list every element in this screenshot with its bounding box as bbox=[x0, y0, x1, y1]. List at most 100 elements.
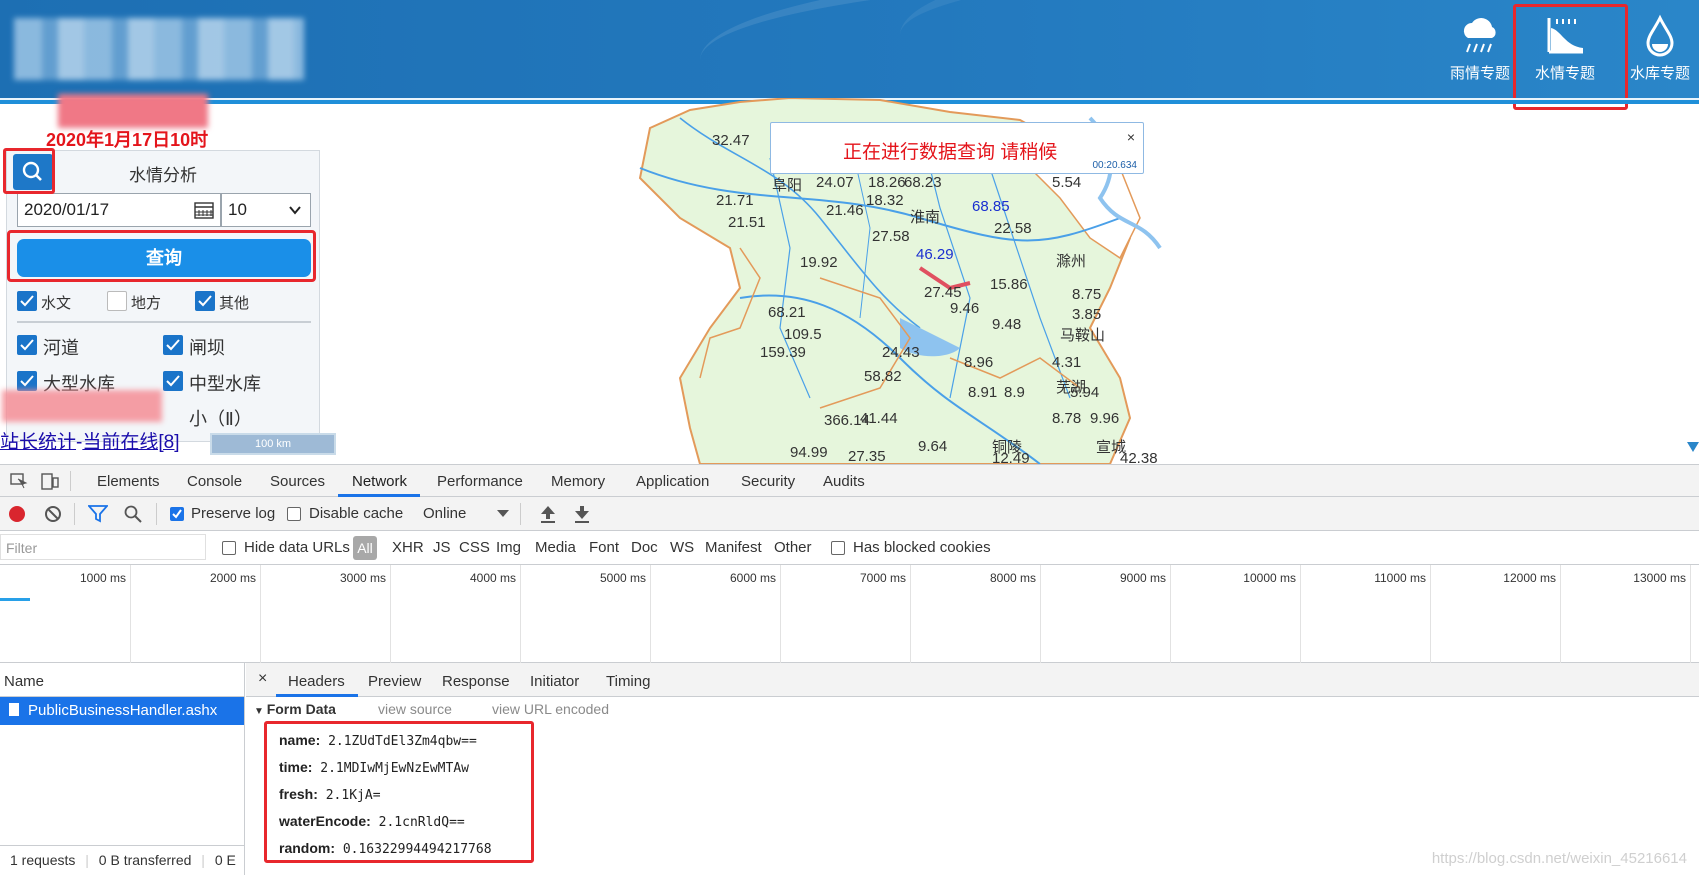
hide-data-urls-checkbox[interactable] bbox=[222, 541, 236, 555]
timeline-tick-label: 6000 ms bbox=[729, 571, 776, 585]
close-icon[interactable]: × bbox=[1127, 129, 1135, 145]
type-filter-media[interactable]: Media bbox=[535, 539, 576, 556]
has-blocked-cookies-checkbox[interactable] bbox=[831, 541, 845, 555]
type-filter-xhr[interactable]: XHR bbox=[392, 539, 424, 556]
map-station-label: 4.31 bbox=[1052, 354, 1082, 371]
topic-rain-label: 雨情专题 bbox=[1449, 65, 1510, 82]
triangle-down-icon: ▼ bbox=[254, 706, 267, 717]
water-drop-icon bbox=[1646, 14, 1674, 57]
timeline-tick-label: 3000 ms bbox=[339, 571, 386, 585]
timeline-gridline bbox=[780, 565, 781, 663]
form-row-time: time: 2.1MDIwMjEwNzEwMTAw bbox=[279, 759, 469, 776]
tab-elements[interactable]: Elements bbox=[97, 473, 160, 490]
tab-headers[interactable]: Headers bbox=[288, 673, 345, 690]
tab-application[interactable]: Application bbox=[636, 473, 709, 490]
clear-icon[interactable] bbox=[44, 505, 62, 523]
timeline-tick-label: 1000 ms bbox=[79, 571, 126, 585]
device-toolbar-icon[interactable] bbox=[40, 471, 60, 491]
tab-memory[interactable]: Memory bbox=[551, 473, 605, 490]
map-station-label: 8.78 bbox=[1052, 410, 1082, 427]
checkbox-large-reservoir[interactable] bbox=[17, 371, 37, 391]
stats-link[interactable]: 站长统计 bbox=[0, 432, 76, 453]
tab-response[interactable]: Response bbox=[442, 673, 510, 690]
type-filter-img[interactable]: Img bbox=[496, 539, 521, 556]
throttle-select[interactable]: Online bbox=[423, 505, 466, 522]
checkbox-label: 闸坝 bbox=[189, 338, 225, 358]
filter-icon[interactable] bbox=[88, 505, 108, 523]
online-link[interactable]: 当前在线[8] bbox=[82, 432, 179, 453]
disable-cache-checkbox[interactable] bbox=[287, 507, 301, 521]
topic-rain-button[interactable]: 雨情专题 bbox=[1440, 8, 1520, 98]
checkbox-local[interactable] bbox=[107, 291, 127, 311]
checkbox-dam[interactable] bbox=[163, 335, 183, 355]
map-station-label: 19.92 bbox=[800, 254, 838, 271]
type-filter-js[interactable]: JS bbox=[433, 539, 451, 556]
map-station-label: 8.9 bbox=[1004, 384, 1025, 401]
form-row-fresh: fresh: 2.1KjA= bbox=[279, 786, 381, 803]
network-timeline[interactable]: 1000 ms 2000 ms 3000 ms 4000 ms 5000 ms 6000 … bbox=[0, 565, 1699, 663]
map-station-label: 阜阳 bbox=[772, 177, 803, 194]
form-row-random: random: 0.16322994494217768 bbox=[279, 840, 492, 857]
tab-security[interactable]: Security bbox=[741, 473, 795, 490]
view-url-encoded-link[interactable]: view URL encoded bbox=[492, 701, 609, 717]
inspect-icon[interactable] bbox=[10, 473, 28, 489]
name-column-header[interactable]: Name bbox=[0, 663, 245, 697]
timeline-tick-label: 11000 ms bbox=[1374, 571, 1426, 585]
type-filter-font[interactable]: Font bbox=[589, 539, 619, 556]
filter-input[interactable]: Filter bbox=[0, 534, 206, 560]
form-value: 2.1cnRldQ== bbox=[378, 815, 465, 830]
hour-select[interactable]: 10 bbox=[221, 193, 311, 227]
toast-message: 正在进行数据查询 请稍候 bbox=[843, 142, 1058, 163]
tab-initiator[interactable]: Initiator bbox=[530, 673, 579, 690]
map-station-label: 8.96 bbox=[964, 354, 994, 371]
type-filter-css[interactable]: CSS bbox=[459, 539, 490, 556]
checkbox-other[interactable] bbox=[195, 291, 215, 311]
highlight-box bbox=[1513, 4, 1628, 110]
record-icon[interactable] bbox=[8, 505, 26, 523]
checkbox-river[interactable] bbox=[17, 335, 37, 355]
upload-icon[interactable] bbox=[540, 505, 556, 523]
close-icon[interactable]: × bbox=[258, 670, 267, 688]
search-icon[interactable] bbox=[124, 505, 142, 523]
view-source-link[interactable]: view source bbox=[378, 701, 452, 717]
map-station-label: 27.35 bbox=[848, 448, 886, 464]
map-station-label: 94.99 bbox=[790, 444, 828, 461]
tab-performance[interactable]: Performance bbox=[437, 473, 523, 490]
form-data-highlight: name: 2.1ZUdTdEl3Zm4qbw== time: 2.1MDIwM… bbox=[264, 721, 534, 863]
form-data-header[interactable]: ▼ Form Data bbox=[254, 701, 336, 717]
date-input[interactable]: 2020/01/17 bbox=[17, 193, 221, 227]
document-icon bbox=[8, 702, 20, 717]
chevron-down-icon bbox=[497, 510, 509, 517]
tab-preview[interactable]: Preview bbox=[368, 673, 421, 690]
highlight-box bbox=[7, 230, 316, 282]
tab-audits[interactable]: Audits bbox=[823, 473, 865, 490]
checkbox-hydrology[interactable] bbox=[17, 291, 37, 311]
checkbox-label: 河道 bbox=[43, 338, 79, 358]
request-row[interactable]: PublicBusinessHandler.ashx bbox=[0, 697, 244, 725]
check-icon bbox=[172, 509, 182, 519]
topic-reservoir-button[interactable]: 水库专题 bbox=[1620, 8, 1699, 98]
type-filter-doc[interactable]: Doc bbox=[631, 539, 658, 556]
divider: | bbox=[85, 852, 89, 868]
tab-timing[interactable]: Timing bbox=[606, 673, 650, 690]
form-key: fresh: bbox=[279, 786, 318, 802]
type-filter-other[interactable]: Other bbox=[774, 539, 812, 556]
has-blocked-cookies-label: Has blocked cookies bbox=[853, 539, 991, 556]
tab-sources[interactable]: Sources bbox=[270, 473, 325, 490]
scroll-arrow-icon[interactable] bbox=[1687, 442, 1699, 452]
network-filterbar: Filter Hide data URLs All XHR JS CSS Img… bbox=[0, 531, 1699, 565]
timeline-gridline bbox=[130, 565, 131, 663]
calendar-icon[interactable] bbox=[194, 201, 214, 219]
type-filter-ws[interactable]: WS bbox=[670, 539, 694, 556]
type-filter-all[interactable]: All bbox=[353, 536, 377, 560]
checkbox-medium-reservoir[interactable] bbox=[163, 371, 183, 391]
tab-console[interactable]: Console bbox=[187, 473, 242, 490]
map-station-label: 15.86 bbox=[990, 276, 1028, 293]
preserve-log-checkbox[interactable] bbox=[170, 507, 184, 521]
active-tab-indicator bbox=[276, 694, 358, 697]
download-icon[interactable] bbox=[574, 505, 590, 523]
map-station-label: 68.23 bbox=[904, 174, 942, 191]
request-count: 1 requests bbox=[10, 852, 76, 868]
type-filter-manifest[interactable]: Manifest bbox=[705, 539, 762, 556]
tab-network[interactable]: Network bbox=[352, 473, 407, 490]
